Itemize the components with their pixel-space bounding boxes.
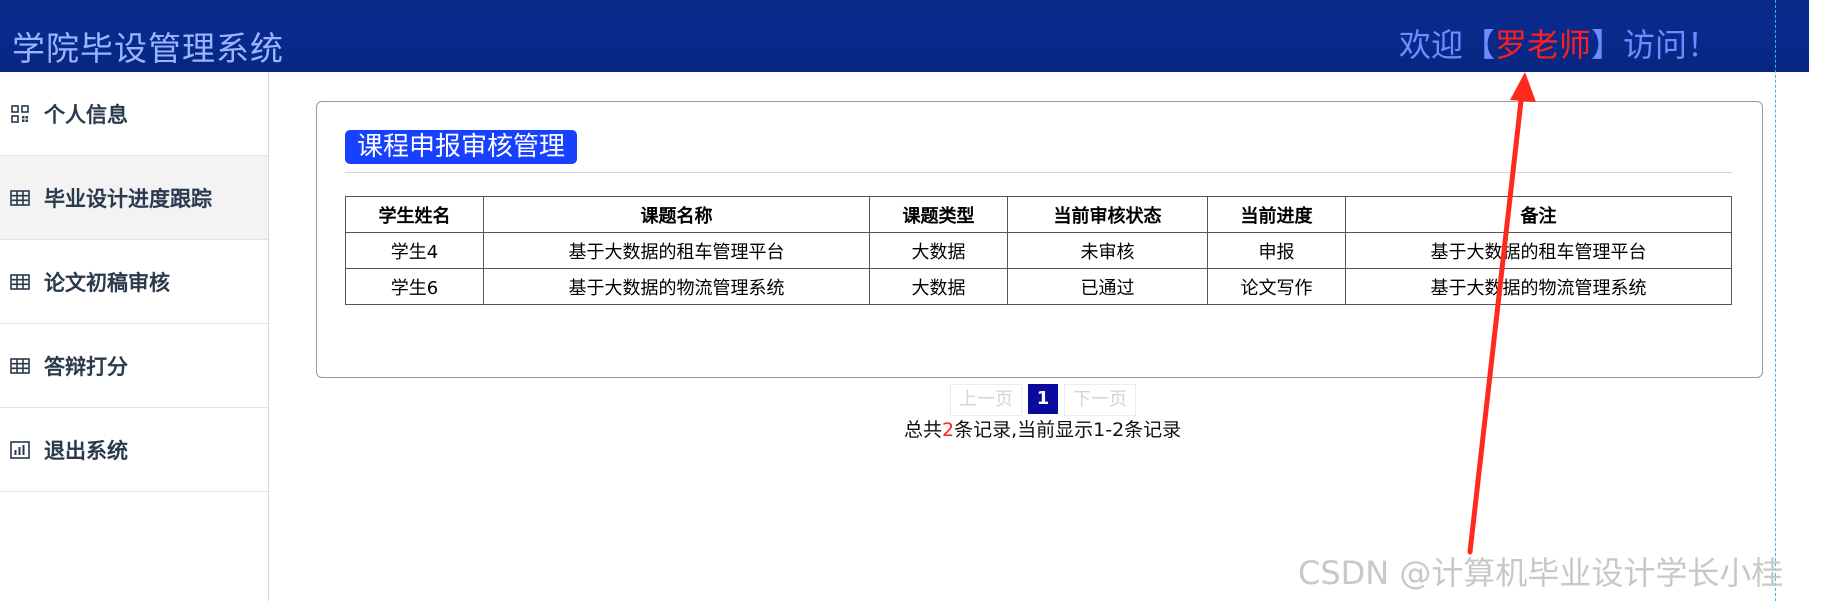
table-row: 学生4 基于大数据的租车管理平台 大数据 未审核 申报 基于大数据的租车管理平台 xyxy=(345,232,1732,269)
table-header-row: 学生姓名 课题名称 课题类型 当前审核状态 当前进度 备注 xyxy=(345,196,1732,233)
grid-table-icon xyxy=(10,272,30,292)
page-right-margin xyxy=(1809,0,1830,601)
cell-remark: 基于大数据的物流管理系统 xyxy=(1345,268,1732,305)
col-progress: 当前进度 xyxy=(1207,196,1346,233)
sidebar-item-label: 退出系统 xyxy=(44,438,128,463)
prev-page-button[interactable]: 上一页 xyxy=(950,384,1022,416)
cell-student-name: 学生6 xyxy=(345,268,484,305)
sidebar-item-logout[interactable]: 退出系统 xyxy=(0,408,268,492)
welcome-prefix: 欢迎【 xyxy=(1398,26,1495,64)
welcome-user-name: 罗老师 xyxy=(1494,26,1591,64)
grid-table-icon xyxy=(10,188,30,208)
sidebar-item-progress-tracking[interactable]: 毕业设计进度跟踪 xyxy=(0,156,268,240)
qr-code-icon xyxy=(10,104,30,124)
panel-title: 课程申报审核管理 xyxy=(345,130,578,164)
cell-review-status: 未审核 xyxy=(1007,232,1208,269)
cell-topic-name: 基于大数据的租车管理平台 xyxy=(483,232,870,269)
bar-chart-icon xyxy=(10,440,30,460)
cell-topic-name: 基于大数据的物流管理系统 xyxy=(483,268,870,305)
top-header: 学院毕设管理系统 欢迎【罗老师】访问！ xyxy=(0,0,1809,72)
total-count: 2 xyxy=(942,419,955,441)
sidebar-item-label: 个人信息 xyxy=(44,102,128,127)
cell-progress: 申报 xyxy=(1207,232,1346,269)
cell-remark: 基于大数据的租车管理平台 xyxy=(1345,232,1732,269)
sidebar-item-label: 论文初稿审核 xyxy=(44,270,170,295)
table-row: 学生6 基于大数据的物流管理系统 大数据 已通过 论文写作 基于大数据的物流管理… xyxy=(345,268,1732,305)
sidebar: 个人信息 毕业设计进度跟踪 论文初稿审核 答辩打分 退出系统 xyxy=(0,72,269,601)
welcome-message: 欢迎【罗老师】访问！ xyxy=(1399,20,1719,66)
sidebar-item-personal-info[interactable]: 个人信息 xyxy=(0,72,268,156)
cell-topic-type: 大数据 xyxy=(869,232,1008,269)
cell-student-name: 学生4 xyxy=(345,232,484,269)
sidebar-item-label: 答辩打分 xyxy=(44,354,128,379)
summary-prefix: 总共 xyxy=(904,419,943,441)
summary-suffix: 条记录,当前显示1-2条记录 xyxy=(954,419,1182,441)
sidebar-item-label: 毕业设计进度跟踪 xyxy=(44,186,212,211)
col-remark: 备注 xyxy=(1345,196,1732,233)
pagination: 上一页 1 下一页 xyxy=(950,384,1136,416)
grid-table-icon xyxy=(10,356,30,376)
cell-topic-type: 大数据 xyxy=(869,268,1008,305)
col-student-name: 学生姓名 xyxy=(345,196,484,233)
app-title: 学院毕设管理系统 xyxy=(12,29,284,68)
welcome-suffix: 】访问！ xyxy=(1590,26,1719,64)
cell-review-status: 已通过 xyxy=(1007,268,1208,305)
sidebar-item-draft-review[interactable]: 论文初稿审核 xyxy=(0,240,268,324)
cell-progress: 论文写作 xyxy=(1207,268,1346,305)
topic-table: 学生姓名 课题名称 课题类型 当前审核状态 当前进度 备注 学生4 基于大数据的… xyxy=(345,196,1732,305)
watermark-text: CSDN @计算机毕业设计学长小桂 xyxy=(1298,554,1784,592)
current-page-button[interactable]: 1 xyxy=(1028,384,1058,414)
col-review-status: 当前审核状态 xyxy=(1007,196,1208,233)
pagination-summary: 总共2条记录,当前显示1-2条记录 xyxy=(904,415,1181,442)
sidebar-item-defense-scoring[interactable]: 答辩打分 xyxy=(0,324,268,408)
guide-dashed-line xyxy=(1775,0,1776,601)
review-panel: 课程申报审核管理 学生姓名 课题名称 课题类型 当前审核状态 当前进度 备注 学… xyxy=(316,101,1763,378)
col-topic-type: 课题类型 xyxy=(869,196,1008,233)
next-page-button[interactable]: 下一页 xyxy=(1064,384,1136,416)
col-topic-name: 课题名称 xyxy=(483,196,870,233)
divider xyxy=(345,172,1732,173)
